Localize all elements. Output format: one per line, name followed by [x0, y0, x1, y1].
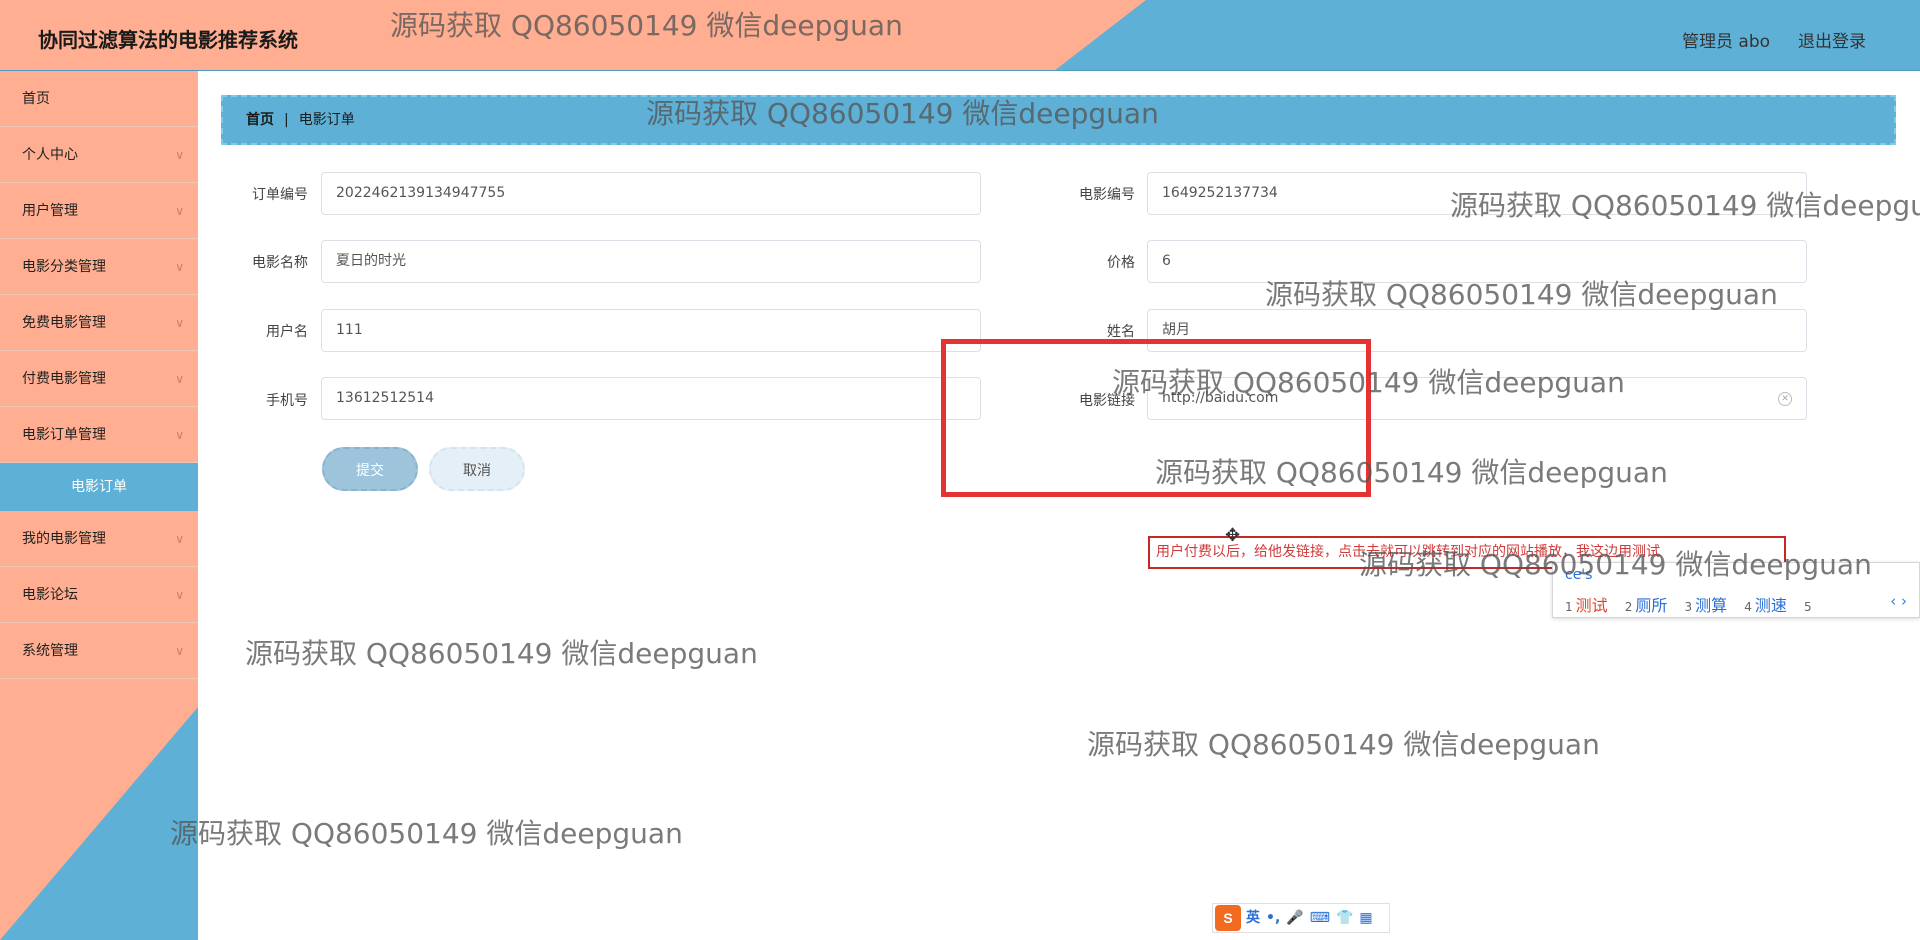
- sidebar: 首页 个人中心 ∨ 用户管理 ∨ 电影分类管理 ∨ 免费电影管理 ∨ 付费电影管理 ∨ 电…: [0, 71, 198, 940]
- ime-candidate-popup: ce's 1 测试 2 厕所 3 测算 4 测速 5 ‹ ›: [1552, 562, 1920, 618]
- ime-candidate[interactable]: 3 测算: [1685, 592, 1728, 616]
- chevron-down-icon: ∨: [175, 428, 184, 442]
- annotation-highlight-box: [941, 339, 1371, 497]
- sidebar-item-my-movie-mgmt[interactable]: 我的电影管理 ∨: [0, 511, 198, 567]
- sidebar-subitem-movie-order[interactable]: 电影订单: [0, 463, 198, 511]
- movie-no-field[interactable]: 1649252137734: [1147, 172, 1807, 215]
- watermark: 源码获取 QQ86050149 微信deepguan: [245, 637, 758, 670]
- skin-icon[interactable]: 👕: [1336, 910, 1353, 926]
- ime-punct-toggle[interactable]: •,: [1266, 910, 1280, 926]
- chevron-down-icon: ∨: [175, 532, 184, 546]
- order-no-field[interactable]: 2022462139134947755: [321, 172, 981, 215]
- ime-candidate[interactable]: 5: [1804, 596, 1815, 615]
- chevron-down-icon: ∨: [175, 588, 184, 602]
- breadcrumb-home[interactable]: 首页: [246, 112, 274, 128]
- movie-no-label: 电影编号: [1079, 187, 1135, 203]
- phone-label: 手机号: [266, 393, 308, 409]
- sidebar-item-label: 用户管理: [22, 203, 78, 219]
- sidebar-item-personal-center[interactable]: 个人中心 ∨: [0, 127, 198, 183]
- cancel-button[interactable]: 取消: [429, 447, 525, 491]
- chevron-down-icon: ∨: [175, 204, 184, 218]
- sidebar-item-category-mgmt[interactable]: 电影分类管理 ∨: [0, 239, 198, 295]
- price-field[interactable]: 6: [1147, 240, 1807, 283]
- ime-toolbar: S 英 •, 🎤 ⌨ 👕 ▦: [1212, 903, 1390, 933]
- ime-page-nav[interactable]: ‹ ›: [1890, 592, 1907, 610]
- sidebar-item-label: 免费电影管理: [22, 315, 106, 331]
- watermark: 源码获取 QQ86050149 微信deepguan: [170, 817, 683, 850]
- sidebar-item-label: 电影论坛: [22, 587, 78, 603]
- breadcrumb-current: 电影订单: [298, 112, 355, 128]
- chevron-down-icon: ∨: [175, 644, 184, 658]
- sidebar-item-label: 电影订单管理: [22, 427, 106, 443]
- sidebar-item-label: 系统管理: [22, 643, 78, 659]
- movie-name-label: 电影名称: [252, 255, 308, 271]
- sidebar-item-system-mgmt[interactable]: 系统管理 ∨: [0, 623, 198, 679]
- move-cursor-icon: ✥: [1225, 525, 1241, 546]
- sidebar-item-forum[interactable]: 电影论坛 ∨: [0, 567, 198, 623]
- username-label: 用户名: [266, 324, 308, 340]
- ime-candidate[interactable]: 4 测速: [1744, 592, 1787, 616]
- sidebar-item-order-mgmt[interactable]: 电影订单管理 ∨: [0, 407, 198, 463]
- ime-logo-icon[interactable]: S: [1215, 905, 1241, 931]
- username-field[interactable]: 111: [321, 309, 981, 352]
- logout-link[interactable]: 退出登录: [1798, 27, 1866, 52]
- real-name-label: 姓名: [1107, 324, 1135, 340]
- ime-candidate[interactable]: 1 测试: [1565, 592, 1608, 616]
- chevron-down-icon: ∨: [175, 148, 184, 162]
- sidebar-item-label: 个人中心: [22, 147, 78, 163]
- admin-label: 管理员 abo: [1682, 32, 1771, 52]
- clear-icon[interactable]: ✕: [1778, 392, 1792, 406]
- movie-name-field[interactable]: 夏日的时光: [321, 240, 981, 283]
- sidebar-item-label: 我的电影管理: [22, 531, 106, 547]
- watermark: 源码获取 QQ86050149 微信deepguan: [1087, 728, 1600, 761]
- breadcrumb-separator: |: [284, 112, 289, 128]
- submit-button[interactable]: 提交: [322, 447, 418, 491]
- chevron-down-icon: ∨: [175, 316, 184, 330]
- phone-field[interactable]: 13612512514: [321, 377, 981, 420]
- chevron-down-icon: ∨: [175, 372, 184, 386]
- sidebar-item-paid-movie-mgmt[interactable]: 付费电影管理 ∨: [0, 351, 198, 407]
- app-title: 协同过滤算法的电影推荐系统: [38, 28, 298, 52]
- order-no-label: 订单编号: [252, 187, 308, 203]
- keyboard-icon[interactable]: ⌨: [1310, 910, 1330, 926]
- ime-candidate[interactable]: 2 厕所: [1625, 592, 1668, 616]
- price-label: 价格: [1107, 255, 1135, 271]
- sidebar-item-user-mgmt[interactable]: 用户管理 ∨: [0, 183, 198, 239]
- ime-mode-toggle[interactable]: 英: [1246, 910, 1260, 926]
- grid-icon[interactable]: ▦: [1359, 910, 1372, 926]
- chevron-down-icon: ∨: [175, 260, 184, 274]
- ime-input-text: ce's: [1565, 567, 1593, 583]
- sidebar-item-home[interactable]: 首页: [0, 71, 198, 127]
- ime-candidate-list: 1 测试 2 厕所 3 测算 4 测速 5: [1565, 592, 1827, 616]
- sidebar-item-label: 付费电影管理: [22, 371, 106, 387]
- breadcrumb: 首页 | 电影订单: [221, 95, 1896, 145]
- mic-icon[interactable]: 🎤: [1286, 910, 1303, 926]
- top-header: 协同过滤算法的电影推荐系统 管理员 abo 退出登录: [0, 0, 1920, 71]
- sidebar-item-label: 电影分类管理: [22, 259, 106, 275]
- sidebar-item-label: 首页: [22, 91, 50, 107]
- sidebar-item-free-movie-mgmt[interactable]: 免费电影管理 ∨: [0, 295, 198, 351]
